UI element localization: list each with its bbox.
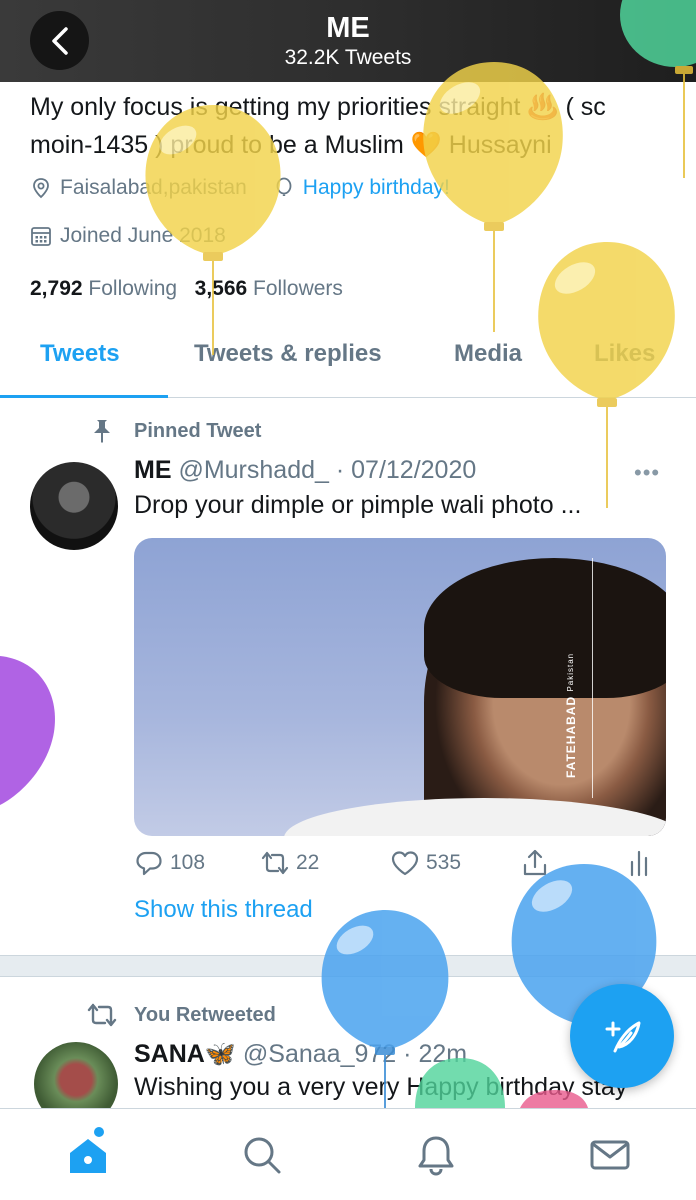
header-title: ME: [326, 12, 370, 44]
share-icon: [523, 849, 547, 876]
tab-tweets-replies[interactable]: Tweets & replies: [194, 340, 382, 368]
watermark-subtext: Pakistan: [566, 652, 575, 692]
followers-label: Followers: [253, 277, 343, 300]
tweet-count: 32.2K Tweets: [284, 46, 412, 69]
reply-icon: [136, 851, 162, 876]
notification-dot: [94, 1127, 104, 1137]
tweet-header: ME @Murshadd_ · 07/12/2020: [134, 456, 476, 485]
followers-link[interactable]: 3,566 Followers: [195, 277, 343, 300]
profile-meta-row: Faisalabad,pakistan Happy birthday!: [30, 176, 450, 200]
tab-tweets[interactable]: Tweets: [40, 340, 120, 368]
retweeted-label-row: You Retweeted: [86, 1002, 276, 1028]
tweet-author-handle: @Murshadd_: [178, 456, 329, 484]
tab-indicator: [0, 395, 168, 398]
following-label: Following: [88, 277, 178, 300]
heart-icon: [391, 851, 419, 876]
mail-icon: [590, 1140, 630, 1170]
nav-notifications[interactable]: [414, 1133, 458, 1177]
following-link[interactable]: 2,792 Following: [30, 277, 177, 300]
tweet-date: · 07/12/2020: [335, 456, 477, 484]
bio-line: moin-1435 ) proud to be a Muslim 🧡 Hussa…: [30, 131, 552, 159]
nav-home[interactable]: [66, 1127, 110, 1177]
watermark-text: FATEHABAD: [564, 695, 578, 778]
analytics-button[interactable]: [624, 848, 660, 878]
pinned-label: Pinned Tweet: [134, 419, 262, 442]
pin-icon: [94, 420, 110, 443]
nav-search[interactable]: [240, 1133, 284, 1177]
reply-count: 108: [170, 851, 206, 874]
like-button[interactable]: 535: [390, 848, 461, 878]
retweet-icon: [87, 1003, 117, 1027]
nav-messages[interactable]: [588, 1133, 632, 1177]
avatar[interactable]: [30, 462, 118, 550]
tab-likes[interactable]: Likes: [594, 340, 655, 368]
following-count: 2,792: [30, 277, 83, 300]
compose-button[interactable]: [570, 984, 674, 1088]
bio-line: My only focus is getting my priorities s…: [30, 93, 606, 121]
bottom-navigation: [0, 1108, 696, 1200]
profile-bio: My only focus is getting my priorities s…: [30, 88, 680, 164]
profile-joined-row: Joined June 2018: [30, 224, 226, 248]
profile-header: ME 32.2K Tweets: [0, 0, 696, 82]
bell-icon: [418, 1136, 454, 1176]
followers-count: 3,566: [194, 277, 248, 300]
tweet-divider: [0, 955, 696, 977]
retweet-count: 22: [296, 851, 320, 874]
tweet-text: Wishing you a very very Happy birthday s…: [134, 1073, 628, 1101]
reply-button[interactable]: 108: [134, 848, 205, 878]
photo-hair: [424, 558, 666, 698]
retweet-button[interactable]: 22: [260, 848, 319, 878]
compose-icon: [605, 1021, 641, 1053]
tweet-time: · 22m: [403, 1040, 468, 1068]
tweet-text: Drop your dimple or pimple wali photo ..…: [134, 491, 582, 519]
balloon-icon: [276, 177, 292, 196]
retweeted-label: You Retweeted: [134, 1003, 276, 1026]
share-button[interactable]: [520, 848, 556, 878]
more-options-icon[interactable]: •••: [634, 460, 660, 486]
home-icon: [70, 1139, 106, 1173]
balloon-purple: [0, 656, 55, 805]
birthday-link[interactable]: Happy birthday!: [303, 176, 450, 200]
tweet-author-name[interactable]: ME: [134, 456, 172, 484]
like-count: 535: [426, 851, 462, 874]
pinned-label-row: Pinned Tweet: [90, 418, 261, 444]
analytics-icon: [630, 850, 648, 877]
tab-media[interactable]: Media: [454, 340, 522, 368]
follow-stats: 2,792 Following 3,566 Followers: [30, 277, 343, 301]
profile-joined: Joined June 2018: [60, 224, 226, 247]
calendar-icon: [31, 227, 51, 246]
show-thread-link[interactable]: Show this thread: [134, 896, 313, 924]
tweet-header: SANA🦋 @Sanaa_972 · 22m: [134, 1040, 467, 1069]
location-pin-icon: [33, 178, 49, 199]
retweet-icon: [261, 851, 289, 875]
tweet-author-name[interactable]: SANA🦋: [134, 1040, 236, 1068]
search-icon: [244, 1137, 281, 1174]
tweet-photo[interactable]: FATEHABAD Pakistan: [134, 538, 666, 836]
profile-tabs: Tweets Tweets & replies Media Likes: [0, 328, 696, 398]
tweet-actions: 108 22 535: [134, 848, 654, 884]
photo-watermark: FATEHABAD Pakistan: [564, 618, 594, 778]
tweet-author-handle: @Sanaa_972: [242, 1040, 397, 1068]
profile-location: Faisalabad,pakistan: [60, 176, 247, 199]
